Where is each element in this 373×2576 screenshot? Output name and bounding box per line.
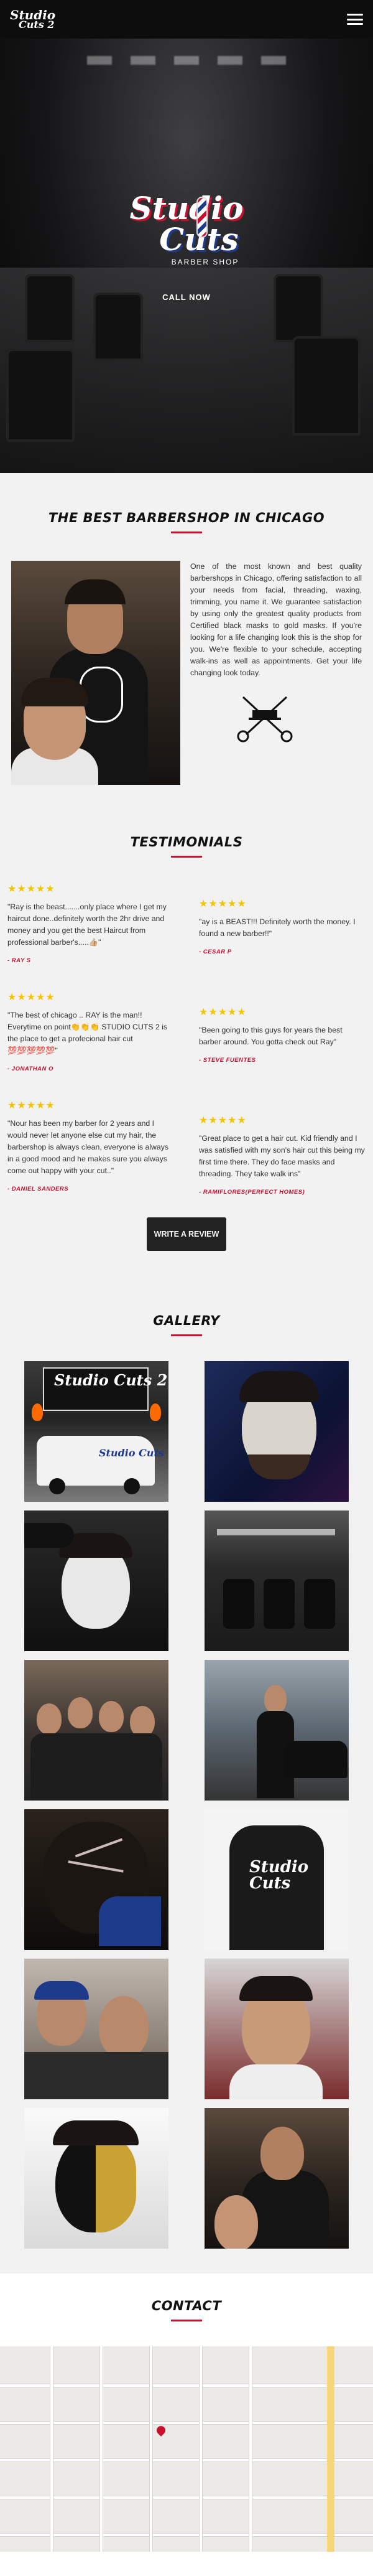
testimonial-text: "ay is a BEAST!!! Definitely worth the m… (199, 917, 356, 938)
testimonial-card: ★★★★★ "Nour has been my barber for 2 yea… (7, 1099, 174, 1207)
star-rating-icon: ★★★★★ (7, 992, 55, 1003)
site-logo[interactable]: Studio Cuts 2 (10, 9, 55, 30)
razor-scissors-icon (237, 696, 293, 742)
testimonial-author: - Ray S (7, 957, 31, 964)
hero-section: Studio Cuts BARBER SHOP CALL NOW (0, 0, 373, 473)
testimonial-text: "The best of chicago .. RAY is the man!!… (7, 1011, 168, 1055)
gallery-photo-interior[interactable] (205, 1510, 349, 1651)
about-section: The Best Barbershop in Chicago One of th… (0, 473, 373, 810)
testimonial-text: "Great place to get a hair cut. Kid frie… (199, 1134, 365, 1178)
gallery-photo-shave[interactable] (24, 1510, 168, 1651)
star-rating-icon: ★★★★★ (199, 899, 247, 909)
hero-logo: Studio Cuts BARBER SHOP (0, 190, 373, 267)
shirt-logo-text: Studio Cuts (249, 1858, 309, 1893)
gallery-photo-selfie[interactable] (24, 1959, 168, 2099)
hero-logo-line-1: Studio (129, 190, 244, 227)
testimonial-text: "Been going to this guys for years the b… (199, 1026, 343, 1046)
gallery-photo-group[interactable] (24, 1660, 168, 1801)
gallery-photo-hair-design[interactable] (24, 1809, 168, 1950)
gallery-photo-face-mask[interactable] (205, 1361, 349, 1502)
contact-title: Contact (151, 2298, 222, 2313)
testimonial-card: ★★★★★ "Ray is the beast.......only place… (7, 883, 174, 991)
call-now-button[interactable]: CALL NOW (0, 293, 373, 302)
site-header: Studio Cuts 2 (0, 0, 373, 39)
barbers-photo (11, 561, 180, 785)
about-title: The Best Barbershop in Chicago (48, 510, 325, 525)
testimonial-author: - Jonathan O (7, 1066, 53, 1072)
hero-logo-subtitle: BARBER SHOP (171, 258, 239, 266)
gallery-photo-storefront[interactable]: Studio Cuts 2 Studio Cuts (24, 1361, 168, 1502)
testimonial-text: "Nour has been my barber for 2 years and… (7, 1119, 169, 1175)
testimonial-author: - Daniel Sanders (7, 1186, 69, 1192)
gallery-photo-fade[interactable] (205, 1959, 349, 2099)
hamburger-icon[interactable] (347, 14, 363, 25)
barber-pole-icon (198, 198, 206, 237)
testimonial-card: ★★★★★ "Been going to this guys for years… (199, 991, 366, 1099)
gallery-section: Gallery Studio Cuts 2 Studio Cuts (0, 1276, 373, 2274)
testimonial-text: "Ray is the beast.......only place where… (7, 902, 167, 947)
title-underline (171, 856, 202, 858)
star-rating-icon: ★★★★★ (199, 1007, 247, 1018)
contact-section: Contact (0, 2274, 373, 2552)
testimonial-author: - Cesar P (199, 948, 232, 955)
testimonials-section: Testimonials ★★★★★ "Ray is the beast....… (0, 810, 373, 1276)
title-underline (171, 532, 202, 533)
testimonials-title: Testimonials (130, 835, 243, 850)
testimonial-card: ★★★★★ "ay is a BEAST!!! Definitely worth… (199, 883, 366, 991)
location-map[interactable] (0, 2346, 373, 2552)
testimonial-card: ★★★★★ "The best of chicago .. RAY is the… (7, 991, 174, 1099)
title-underline (171, 1334, 202, 1336)
testimonial-card: ★★★★★ "Great place to get a hair cut. Ki… (199, 1099, 366, 1207)
gallery-photo-barbers[interactable] (205, 2108, 349, 2249)
gallery-photo-shirt[interactable]: Studio Cuts (205, 1809, 349, 1950)
testimonial-author: - Ramiflores(Perfect Homes) (199, 1189, 305, 1196)
map-pin-icon[interactable] (155, 2424, 167, 2437)
star-rating-icon: ★★★★★ (199, 1115, 247, 1126)
title-underline (171, 2320, 202, 2321)
write-review-button[interactable]: Write a review (147, 1217, 226, 1251)
storefront-sign-text: Studio Cuts 2 (54, 1371, 168, 1389)
star-rating-icon: ★★★★★ (7, 884, 55, 894)
testimonial-author: - Steve Fuentes (199, 1057, 256, 1064)
star-rating-icon: ★★★★★ (7, 1100, 55, 1111)
gallery-photo-car[interactable] (205, 1660, 349, 1801)
about-text: One of the most known and best quality b… (190, 562, 362, 677)
van-logo-text: Studio Cuts (99, 1447, 164, 1459)
gallery-title: Gallery (153, 1313, 220, 1328)
gallery-photo-gold-mask[interactable] (24, 2108, 168, 2249)
